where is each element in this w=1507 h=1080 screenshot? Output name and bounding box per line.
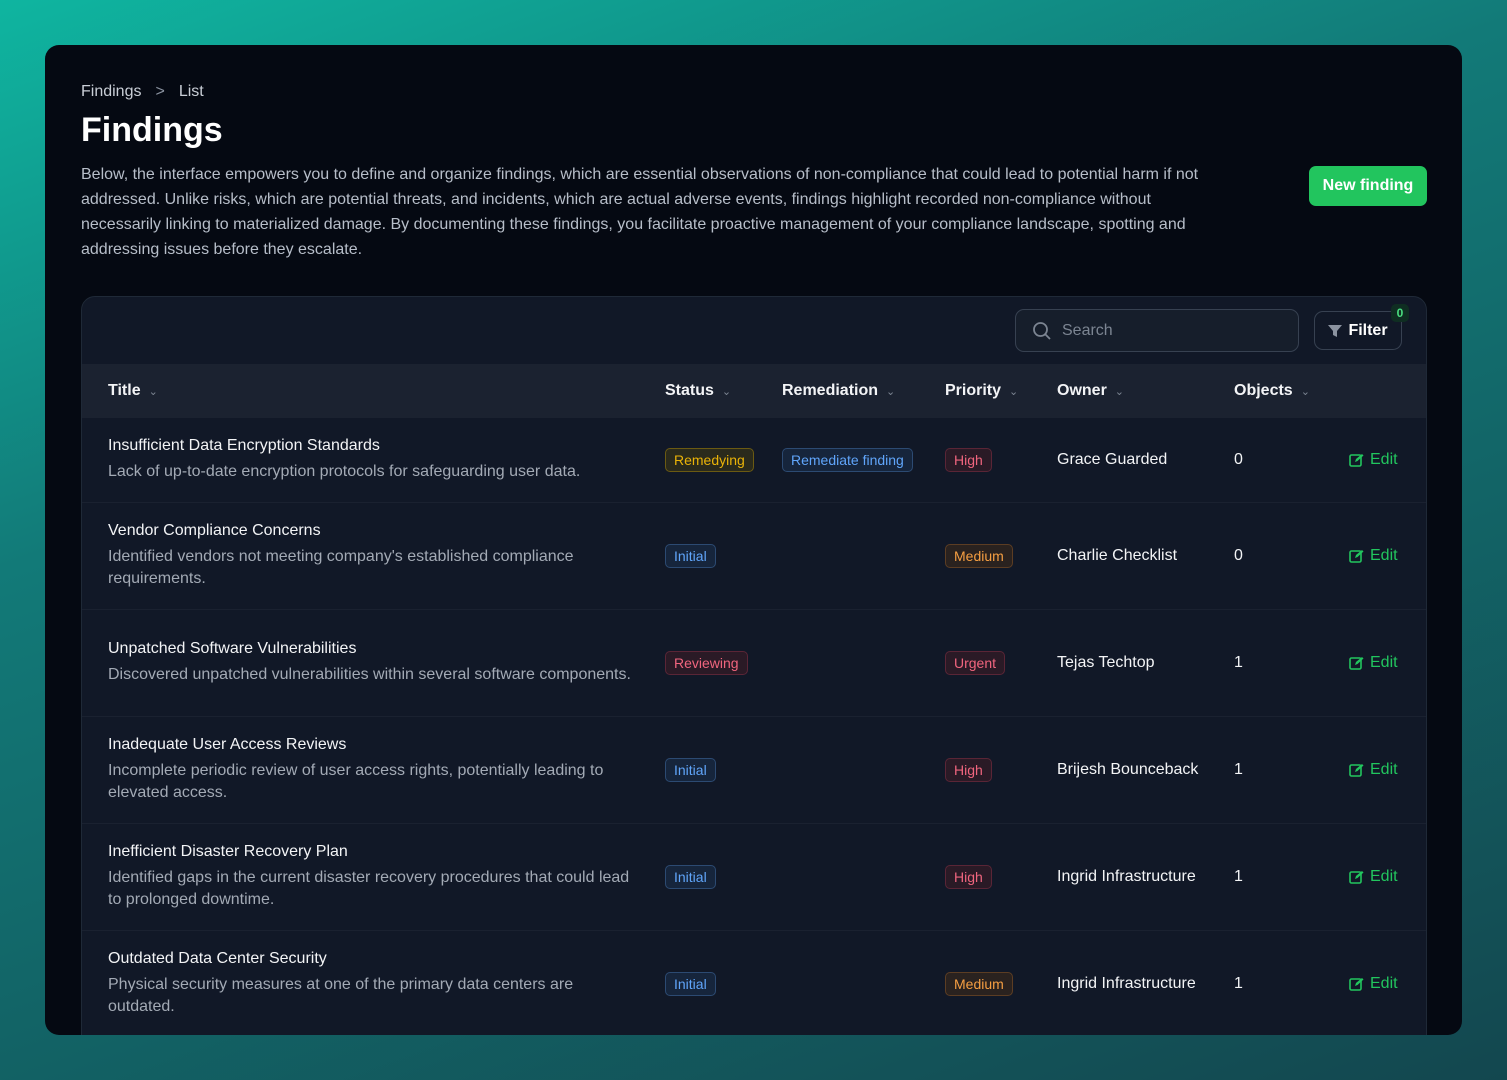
priority-badge: Medium — [945, 972, 1013, 996]
column-header-title[interactable]: Title ⌄ — [108, 382, 158, 400]
edit-button[interactable]: Edit — [1349, 975, 1398, 993]
finding-title-cell: Vendor Compliance Concerns Identified ven… — [108, 522, 638, 590]
priority-badge: Medium — [945, 544, 1013, 568]
priority-badge: Urgent — [945, 651, 1006, 675]
objects-count: 0 — [1234, 451, 1243, 468]
filter-button[interactable]: Filter 0 — [1314, 304, 1409, 350]
column-header-objects[interactable]: Objects ⌄ — [1234, 382, 1310, 400]
edit-icon — [1349, 656, 1364, 670]
status-badge: Remedying — [665, 448, 754, 472]
edit-icon — [1349, 453, 1364, 467]
breadcrumb: Findings > List — [81, 83, 204, 101]
new-finding-button[interactable]: New finding — [1309, 166, 1427, 206]
objects-count: 1 — [1234, 868, 1243, 885]
finding-title-cell: Outdated Data Center Security Physical se… — [108, 950, 638, 1018]
finding-description: Identified gaps in the current disaster … — [108, 869, 630, 908]
status-badge: Reviewing — [665, 651, 748, 675]
finding-title[interactable]: Inefficient Disaster Recovery Plan — [108, 843, 638, 861]
finding-description: Identified vendors not meeting company's… — [108, 548, 574, 587]
column-header-owner[interactable]: Owner ⌄ — [1057, 382, 1124, 400]
objects-count: 1 — [1234, 654, 1243, 671]
status-badge: Initial — [665, 865, 716, 889]
owner: Ingrid Infrastructure — [1057, 868, 1196, 885]
status-badge: Initial — [665, 758, 716, 782]
edit-icon — [1349, 763, 1364, 777]
page-description: Below, the interface empowers you to def… — [81, 166, 1199, 258]
finding-title-cell: Insufficient Data Encryption Standards La… — [108, 437, 638, 483]
edit-icon — [1349, 870, 1364, 884]
finding-title-cell: Inefficient Disaster Recovery Plan Identi… — [108, 843, 638, 911]
objects-count: 1 — [1234, 761, 1243, 778]
finding-title[interactable]: Unpatched Software Vulnerabilities — [108, 640, 638, 658]
priority-badge: High — [945, 448, 992, 472]
page-title: Findings — [81, 111, 223, 149]
finding-description: Incomplete periodic review of user acces… — [108, 762, 604, 801]
finding-title-cell: Unpatched Software Vulnerabilities Discov… — [108, 640, 638, 686]
priority-badge: High — [945, 758, 992, 782]
edit-button[interactable]: Edit — [1349, 761, 1398, 779]
column-header-status[interactable]: Status ⌄ — [665, 382, 731, 400]
finding-description: Lack of up-to-date encryption protocols … — [108, 463, 581, 480]
remediation-badge: Remediate finding — [782, 448, 913, 472]
chevron-down-icon: ⌄ — [148, 385, 158, 398]
edit-button[interactable]: Edit — [1349, 547, 1398, 565]
column-header-remediation[interactable]: Remediation ⌄ — [782, 382, 895, 400]
filter-count-badge: 0 — [1391, 304, 1409, 322]
finding-description: Physical security measures at one of the… — [108, 976, 574, 1015]
search-icon — [1033, 321, 1051, 340]
edit-button[interactable]: Edit — [1349, 451, 1398, 469]
finding-title[interactable]: Inadequate User Access Reviews — [108, 736, 638, 754]
finding-title[interactable]: Insufficient Data Encryption Standards — [108, 437, 638, 455]
finding-description: Discovered unpatched vulnerabilities wit… — [108, 666, 631, 683]
edit-icon — [1349, 549, 1364, 563]
search-input[interactable]: Search — [1015, 309, 1299, 352]
finding-title[interactable]: Outdated Data Center Security — [108, 950, 638, 968]
edit-icon — [1349, 977, 1364, 991]
chevron-right-icon: > — [155, 83, 165, 100]
table-header: Title ⌄ Status ⌄ Remediation ⌄ Priority ⌄ Owner ⌄… — [82, 364, 1426, 418]
edit-button[interactable]: Edit — [1349, 654, 1398, 672]
owner: Ingrid Infrastructure — [1057, 975, 1196, 992]
table-row[interactable]: Unpatched Software Vulnerabilities Discov… — [82, 610, 1426, 717]
chevron-down-icon: ⌄ — [1009, 385, 1019, 398]
funnel-icon — [1328, 324, 1343, 337]
column-header-priority[interactable]: Priority ⌄ — [945, 382, 1018, 400]
chevron-down-icon: ⌄ — [1114, 385, 1125, 398]
table-row[interactable]: Vendor Compliance Concerns Identified ven… — [82, 503, 1426, 610]
objects-count: 1 — [1234, 975, 1243, 992]
table-row[interactable]: Inefficient Disaster Recovery Plan Identi… — [82, 824, 1426, 931]
status-badge: Initial — [665, 972, 716, 996]
owner: Brijesh Bounceback — [1057, 761, 1199, 778]
findings-page: Findings > List Findings Below, the inte… — [45, 45, 1462, 1035]
finding-title-cell: Inadequate User Access Reviews Incomplete… — [108, 736, 638, 804]
chevron-down-icon: ⌄ — [721, 385, 732, 398]
owner: Grace Guarded — [1057, 451, 1168, 468]
status-badge: Initial — [665, 544, 716, 568]
filter-label: Filter — [1348, 321, 1388, 339]
objects-count: 0 — [1234, 547, 1243, 564]
table-row[interactable]: Outdated Data Center Security Physical se… — [82, 931, 1426, 1035]
chevron-down-icon: ⌄ — [886, 385, 896, 398]
table-row[interactable]: Insufficient Data Encryption Standards La… — [82, 418, 1426, 503]
findings-table: Search Filter 0 Title ⌄ Status ⌄ Remediation… — [81, 296, 1427, 1035]
owner: Tejas Techtop — [1057, 654, 1155, 671]
edit-button[interactable]: Edit — [1349, 868, 1398, 886]
search-placeholder: Search — [1062, 321, 1113, 339]
breadcrumb-findings[interactable]: Findings — [81, 83, 141, 101]
chevron-down-icon: ⌄ — [1300, 385, 1310, 398]
finding-title[interactable]: Vendor Compliance Concerns — [108, 522, 638, 540]
priority-badge: High — [945, 865, 992, 889]
table-row[interactable]: Inadequate User Access Reviews Incomplete… — [82, 717, 1426, 824]
owner: Charlie Checklist — [1057, 547, 1178, 564]
breadcrumb-list: List — [178, 83, 204, 100]
